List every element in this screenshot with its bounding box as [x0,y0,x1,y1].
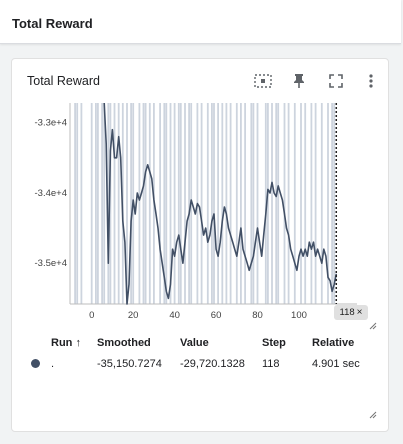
step-band [142,103,145,304]
y-tick-label: -3.4e+4 [35,188,68,199]
header-relative[interactable]: Relative [312,337,354,349]
y-tick-label: -3.5e+4 [35,258,68,269]
step-band [95,103,97,304]
step-band [130,103,132,304]
step-band [314,103,317,304]
step-band [256,103,259,304]
cell-smoothed: -35,150.7274 [97,358,162,370]
step-band [275,103,278,304]
step-band [144,103,147,304]
x-tick-label: 20 [128,310,139,321]
step-band [229,103,232,304]
step-band [331,103,333,304]
step-band [252,103,255,304]
resize-handle-icon[interactable] [369,322,377,330]
step-band [200,103,203,304]
step-band [80,103,83,304]
x-axis-ticks: 0 20 40 60 80 100 [89,310,307,321]
step-band [244,103,246,304]
x-tick-label: 60 [211,310,222,321]
step-band [165,103,168,304]
x-tick-label: 100 [291,310,307,321]
step-band [235,103,238,304]
header-run[interactable]: Run ↑ [51,337,81,349]
step-band [271,103,273,304]
step-band [225,103,228,304]
step-band [304,103,307,304]
step-badge[interactable]: 118 × [334,305,368,320]
step-band [113,103,116,304]
step-band [177,103,180,304]
table-resize-handle-icon[interactable] [369,411,377,419]
cell-relative: 4.901 sec [312,358,360,370]
section-title: Total Reward [12,16,93,31]
step-band [250,103,253,304]
cell-run: . [51,358,55,370]
step-band [117,103,120,304]
step-band [213,103,215,304]
step-band [138,103,141,304]
step-band [283,103,286,304]
step-badge-label: 118 [339,307,355,318]
cell-value: -29,720.1328 [180,358,245,370]
step-band [320,103,323,304]
step-band [333,103,336,304]
step-band [90,103,93,304]
step-band [211,103,213,304]
header-value[interactable]: Value [180,337,209,349]
header-run-label: Run [51,337,73,349]
x-tick-label: 0 [89,310,94,321]
y-axis-ticks: -3.3e+4 -3.4e+4 -3.5e+4 [35,118,68,270]
cell-step: 118 [262,358,280,370]
step-band [103,103,106,304]
step-band [293,103,296,304]
step-band [287,103,290,304]
step-band [179,103,182,304]
section-header[interactable]: Total Reward [0,0,401,44]
step-band [184,103,186,304]
step-band [188,103,190,304]
line-chart[interactable]: -3.3e+4 -3.4e+4 -3.5e+4 0 20 40 60 80 100 [12,59,388,329]
step-band [221,103,224,304]
step-band [277,103,280,304]
step-band [159,103,161,304]
step-band [148,103,151,304]
step-band [76,103,79,304]
step-band [300,103,302,304]
y-tick-label: -3.3e+4 [35,118,68,129]
step-band [97,103,99,304]
header-step[interactable]: Step [262,337,286,349]
step-band [101,103,103,304]
step-band [74,103,76,304]
run-color-swatch [31,359,40,368]
x-tick-label: 80 [252,310,263,321]
step-band [206,103,209,304]
header-smoothed[interactable]: Smoothed [97,337,151,349]
step-band [310,103,313,304]
step-band [217,103,219,304]
x-tick-label: 40 [169,310,180,321]
close-icon[interactable]: × [357,307,363,318]
sort-arrow-icon: ↑ [75,337,81,349]
step-band [173,103,176,304]
step-band [240,103,242,304]
chart-card: Total Reward -3.3e+4 -3.4e+4 -3.5e+4 0 20 40… [11,58,389,432]
